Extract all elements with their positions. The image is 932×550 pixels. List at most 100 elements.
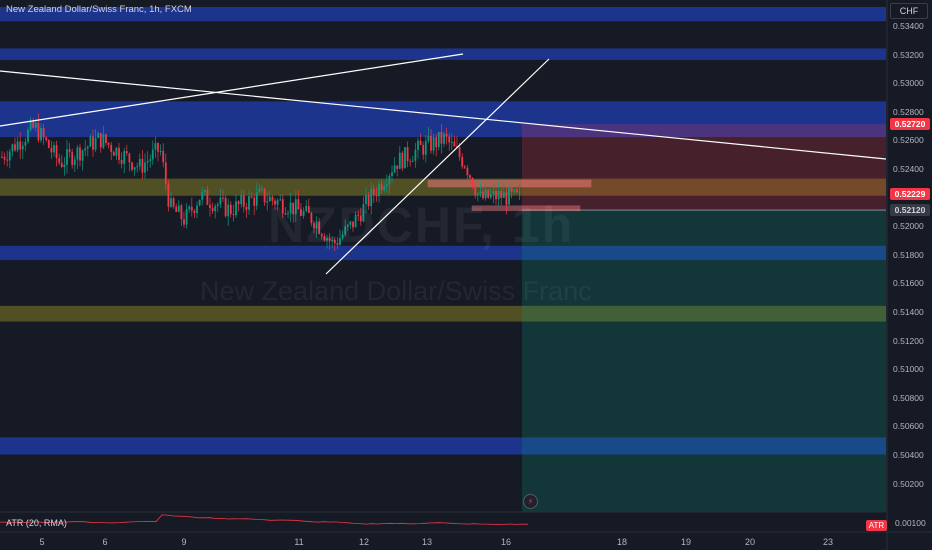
price-tick-label: 0.51000 <box>893 364 924 375</box>
price-badge: 0.52120 <box>890 204 930 217</box>
lightning-icon[interactable]: ⚡ <box>523 494 538 509</box>
candle-body <box>188 206 191 210</box>
candle-body <box>443 133 445 144</box>
candle-body <box>185 209 188 225</box>
price-tick-label: 0.51200 <box>893 335 924 346</box>
candle-body <box>76 147 79 160</box>
candle-body <box>432 137 435 151</box>
candle-body <box>393 165 396 173</box>
candle-body <box>396 165 399 169</box>
candle-body <box>21 145 24 150</box>
price-chart-canvas[interactable] <box>0 0 932 550</box>
candle-body <box>385 184 388 187</box>
candle-body <box>68 149 71 153</box>
candle-body <box>471 177 474 188</box>
candle-body <box>401 152 404 169</box>
candle-body <box>86 146 89 149</box>
atr-axis-value: 0.00100 <box>895 518 926 528</box>
candle-body <box>409 161 412 163</box>
candle-body <box>146 160 149 163</box>
symbol-title[interactable]: New Zealand Dollar/Swiss Franc, 1h, FXCM <box>6 4 192 15</box>
candle-body <box>515 189 518 193</box>
currency-button[interactable]: CHF <box>890 3 928 19</box>
candle-body <box>47 140 50 148</box>
candle-body <box>89 136 92 147</box>
date-tick-label: 6 <box>102 537 108 547</box>
candle-body <box>42 127 45 138</box>
candle-body <box>136 166 139 168</box>
candle-body <box>133 167 136 170</box>
candle-body <box>1 156 3 158</box>
candle-body <box>378 183 380 197</box>
price-tick-label: 0.53000 <box>893 78 924 89</box>
date-tick-label: 5 <box>39 537 45 547</box>
candle-body <box>53 145 55 153</box>
candle-body <box>63 164 66 168</box>
candle-body <box>453 141 456 147</box>
candle-body <box>404 147 406 169</box>
candle-body <box>123 151 126 164</box>
candle-body <box>157 143 159 152</box>
candle-body <box>14 144 16 151</box>
candle-body <box>448 136 451 143</box>
candle-body <box>492 190 495 195</box>
candle-body <box>164 162 167 184</box>
candle-body <box>193 210 196 214</box>
candle-body <box>248 196 250 210</box>
candle-body <box>112 151 115 156</box>
price-tick-label: 0.50800 <box>893 392 924 403</box>
price-tick-label: 0.51800 <box>893 249 924 260</box>
date-tick-label: 18 <box>616 537 628 547</box>
atr-indicator-label[interactable]: ATR (20, RMA) <box>6 518 67 528</box>
chart-area[interactable]: NZDCHF, 1h New Zealand Dollar/Swiss Fran… <box>0 0 932 550</box>
atr-line <box>0 514 529 525</box>
candle-body <box>198 199 201 206</box>
date-tick-label: 23 <box>822 537 834 547</box>
candle-body <box>84 148 87 151</box>
candle-body <box>151 149 154 160</box>
candle-body <box>105 134 107 143</box>
candle-body <box>34 122 37 128</box>
candle-body <box>227 204 230 217</box>
date-tick-label: 12 <box>358 537 370 547</box>
price-tick-label: 0.53400 <box>893 21 924 31</box>
price-tick-label: 0.52000 <box>893 221 924 232</box>
candle-body <box>16 141 19 151</box>
candle-body <box>149 159 152 161</box>
candle-body <box>159 150 162 152</box>
candle-body <box>417 140 419 150</box>
candle-body <box>131 162 133 170</box>
date-tick-label: 20 <box>744 537 756 547</box>
candle-body <box>229 204 232 215</box>
candle-body <box>167 183 170 207</box>
candle-body <box>430 135 432 151</box>
candle-body <box>380 183 383 191</box>
price-tick-label: 0.51600 <box>893 278 924 289</box>
candle-body <box>37 122 40 141</box>
highlight-box-1 <box>427 179 592 188</box>
candle-body <box>102 134 105 148</box>
candle-body <box>120 159 123 164</box>
candle-body <box>154 143 157 150</box>
price-tick-label: 0.50200 <box>893 478 924 489</box>
candle-body <box>110 144 113 152</box>
candle-body <box>107 142 110 145</box>
candle-body <box>79 147 81 161</box>
candle-body <box>391 172 393 176</box>
candle-body <box>466 167 469 176</box>
candle-body <box>219 197 222 205</box>
candle-body <box>216 204 219 207</box>
candle-body <box>162 150 165 163</box>
price-tick-label: 0.52400 <box>893 164 924 174</box>
candle-body <box>180 205 183 220</box>
candle-body <box>422 144 425 155</box>
candle-body <box>97 133 100 139</box>
candle-body <box>222 197 224 199</box>
candle-body <box>513 189 516 192</box>
candle-body <box>245 206 248 210</box>
candle-body <box>141 158 144 173</box>
candle-body <box>461 156 464 167</box>
candle-body <box>450 141 453 143</box>
candle-body <box>8 151 11 161</box>
candle-body <box>255 192 258 206</box>
